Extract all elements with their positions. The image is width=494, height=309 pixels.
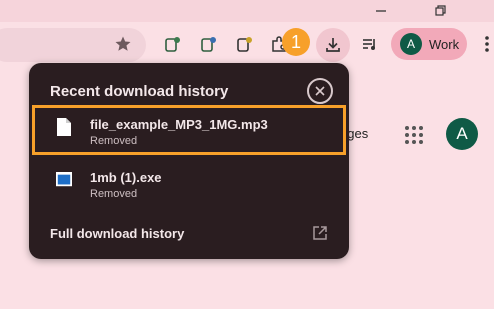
step-number-badge: 1 (282, 28, 310, 56)
extension-icon[interactable] (234, 33, 256, 55)
profile-button[interactable]: A Work (391, 28, 467, 60)
full-download-history-link[interactable]: Full download history (50, 226, 184, 241)
bookmark-star-icon[interactable] (114, 35, 132, 53)
download-button[interactable] (316, 28, 350, 62)
profile-label: Work (429, 36, 460, 52)
download-filename: file_example_MP3_1MG.mp3 (90, 117, 268, 132)
download-icon (326, 38, 340, 52)
extension-icon[interactable] (198, 33, 220, 55)
minimize-button[interactable] (364, 0, 398, 22)
download-status: Removed (90, 135, 138, 147)
more-menu-icon[interactable] (482, 34, 492, 54)
exe-file-icon (56, 172, 72, 187)
downloads-popup: Recent download history file_example_MP3… (29, 63, 349, 259)
download-filename: 1mb (1).exe (90, 170, 162, 185)
file-icon (57, 118, 71, 136)
apps-grid-icon[interactable] (405, 126, 423, 144)
profile-avatar: A (400, 33, 422, 55)
close-icon (315, 86, 325, 96)
title-bar (0, 0, 494, 22)
open-external-icon[interactable] (312, 225, 328, 241)
restore-icon (435, 5, 446, 16)
download-status: Removed (90, 188, 138, 200)
extension-icon[interactable] (162, 33, 184, 55)
close-button[interactable] (307, 78, 333, 104)
account-avatar[interactable]: A (446, 118, 478, 150)
download-item[interactable]: 1mb (1).exe Removed (34, 160, 344, 206)
download-item[interactable]: file_example_MP3_1MG.mp3 Removed (32, 105, 346, 155)
minimize-icon (376, 10, 386, 12)
media-control-button[interactable] (359, 33, 381, 55)
media-control-icon (363, 39, 375, 50)
restore-button[interactable] (424, 0, 458, 22)
popup-title: Recent download history (50, 83, 229, 100)
